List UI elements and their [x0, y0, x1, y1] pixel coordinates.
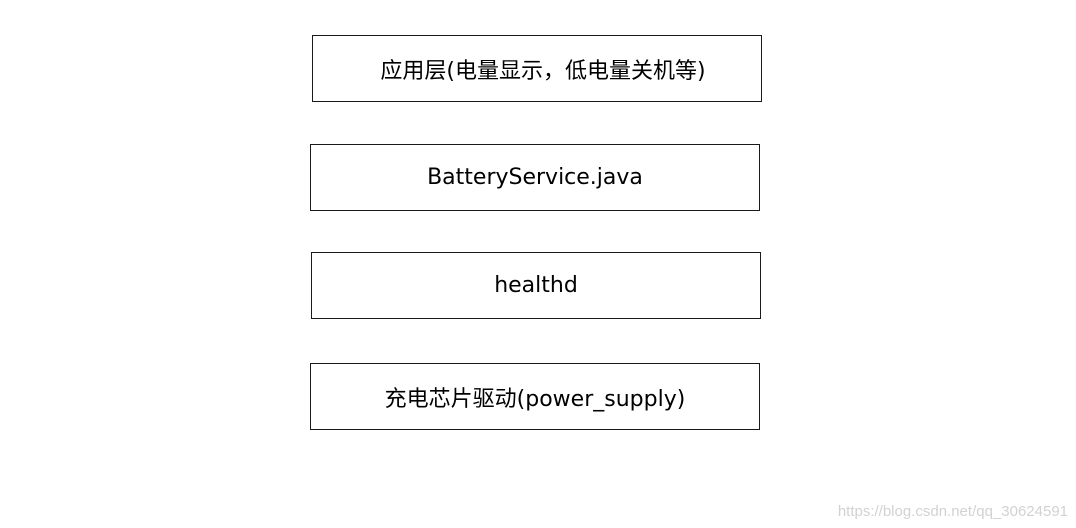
layer-label-charger-driver: 充电芯片驱动(power_supply)	[384, 386, 686, 412]
layer-box-battery-service: BatteryService.java	[310, 144, 760, 211]
layer-box-application: 应用层(电量显示，低电量关机等)	[312, 35, 762, 102]
layer-box-charger-driver: 充电芯片驱动(power_supply)	[310, 363, 760, 430]
layer-box-healthd: healthd	[311, 252, 761, 319]
watermark: https://blog.csdn.net/qq_30624591	[837, 503, 1068, 520]
layer-label-battery-service: BatteryService.java	[427, 165, 643, 190]
diagram-canvas: 应用层(电量显示，低电量关机等) BatteryService.java hea…	[0, 0, 1076, 528]
layer-label-application: 应用层(电量显示，低电量关机等)	[380, 58, 706, 84]
layer-label-healthd: healthd	[494, 273, 578, 298]
